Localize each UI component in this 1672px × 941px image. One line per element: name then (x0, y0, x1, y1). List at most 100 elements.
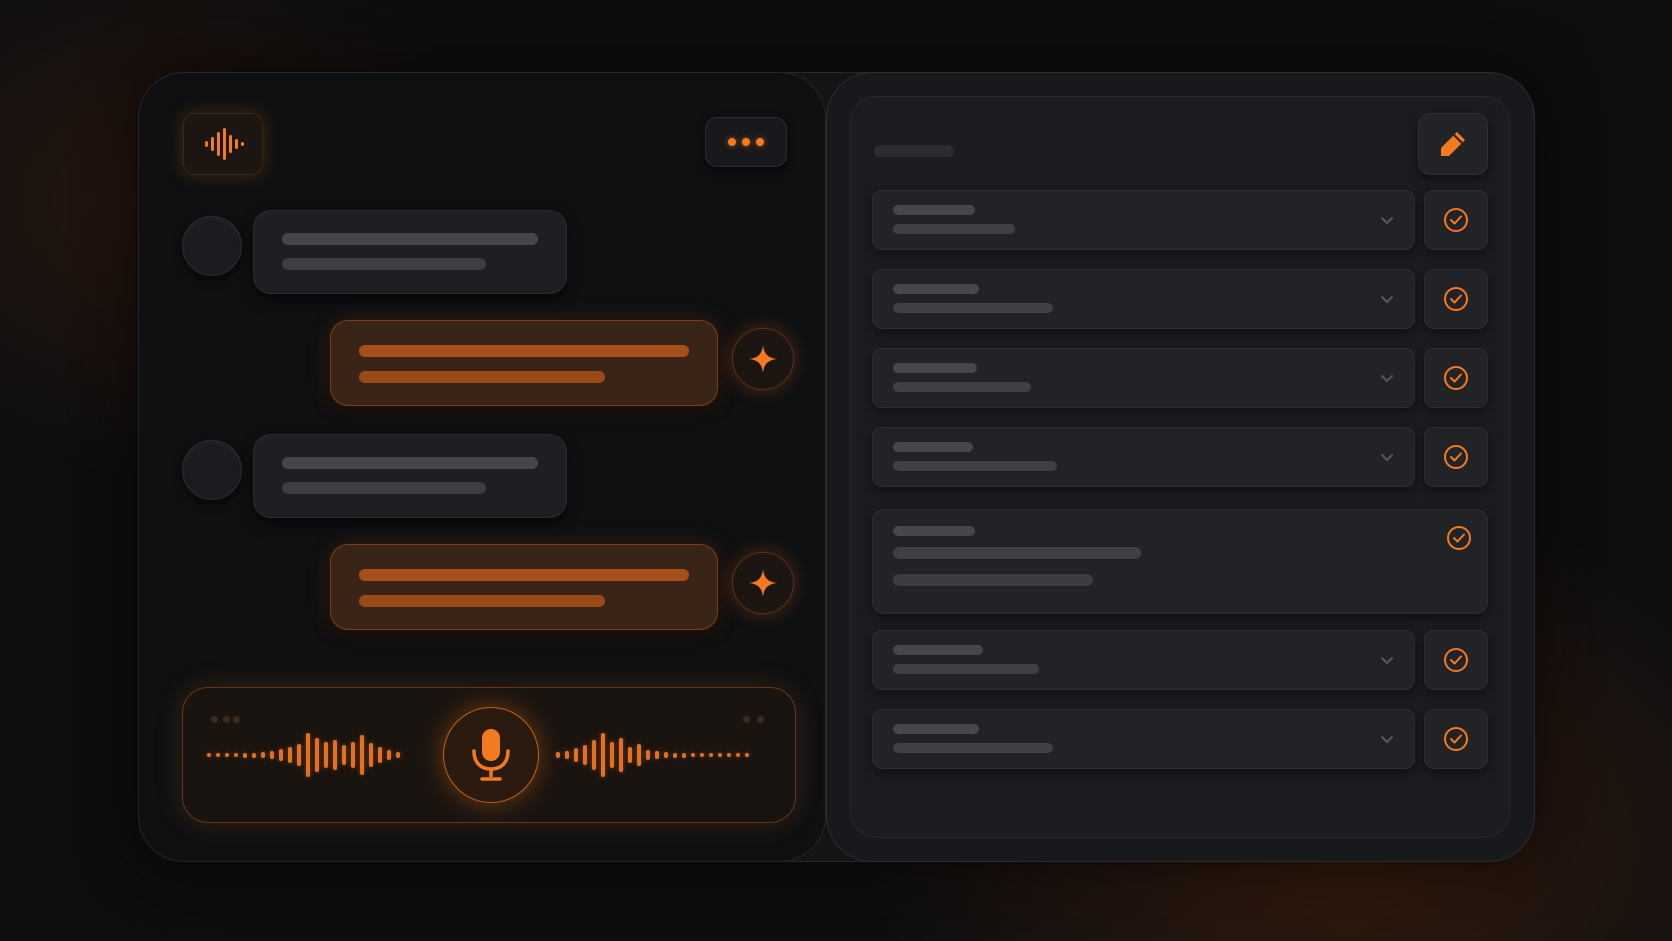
waveform-bar (573, 748, 578, 762)
check-circle-icon[interactable] (1445, 524, 1473, 552)
waveform-bar (224, 753, 229, 757)
indicator-dot (757, 716, 764, 723)
more-dot (756, 138, 764, 146)
waveform-bar (699, 753, 704, 757)
task-subtitle-placeholder (893, 382, 1031, 392)
task-check-button[interactable] (1424, 190, 1488, 250)
text-placeholder (359, 345, 689, 357)
waveform-bar (233, 753, 238, 757)
check-circle-icon (1444, 648, 1468, 672)
waveform-bar (287, 747, 292, 763)
edit-button[interactable] (1418, 113, 1488, 175)
waveform-bar (305, 733, 310, 777)
text-placeholder (359, 595, 605, 607)
chevron-down-icon[interactable] (1378, 448, 1396, 466)
microphone-button[interactable] (443, 707, 539, 803)
task-subtitle-placeholder (893, 303, 1053, 313)
task-subtitle-placeholder (893, 664, 1039, 674)
more-dot (742, 138, 750, 146)
chevron-down-icon[interactable] (1378, 290, 1396, 308)
voice-logo-button[interactable] (183, 113, 263, 175)
check-circle-icon (1444, 445, 1468, 469)
user-avatar (182, 216, 242, 276)
waveform-bar (206, 753, 211, 757)
text-placeholder (282, 457, 538, 469)
chevron-down-icon[interactable] (1378, 651, 1396, 669)
task-detail-placeholder (893, 574, 1093, 586)
assistant-message (330, 544, 718, 630)
waveform-bar (627, 747, 632, 763)
task-subtitle-placeholder (893, 743, 1053, 753)
waveform-bar (726, 753, 731, 757)
sparkle-icon (749, 345, 777, 373)
waveform-bar (314, 738, 319, 772)
waveform-bar (690, 753, 695, 757)
task-check-button[interactable] (1424, 269, 1488, 329)
task-check-button[interactable] (1424, 709, 1488, 769)
task-title-placeholder (893, 442, 973, 452)
more-options-button[interactable] (705, 117, 787, 167)
task-title-placeholder (893, 363, 977, 373)
waveform-bar (636, 744, 641, 766)
task-check-button[interactable] (1424, 630, 1488, 690)
waveform-bar (609, 742, 614, 768)
waveform-bar (564, 751, 569, 759)
waveform-bar (341, 745, 346, 765)
task-subtitle-placeholder (893, 461, 1057, 471)
task-title-placeholder (893, 205, 975, 215)
task-item[interactable] (872, 348, 1415, 408)
user-avatar (182, 440, 242, 500)
waveform-bar (251, 752, 256, 758)
task-subtitle-placeholder (893, 224, 1015, 234)
chevron-down-icon[interactable] (1378, 369, 1396, 387)
text-placeholder (282, 258, 486, 270)
assistant-message (330, 320, 718, 406)
waveform-bar (744, 753, 749, 757)
waveform-bar (672, 752, 677, 758)
waveform-right (553, 710, 751, 800)
text-placeholder (359, 371, 605, 383)
waveform-bar (269, 751, 274, 759)
chevron-down-icon[interactable] (1378, 211, 1396, 229)
waveform-bar (555, 752, 560, 758)
sparkle-icon (749, 569, 777, 597)
waveform-bar (278, 749, 283, 761)
incoming-message (253, 434, 567, 518)
waveform-bar (681, 752, 686, 758)
text-placeholder (282, 482, 486, 494)
incoming-message (253, 210, 567, 294)
task-item[interactable] (872, 190, 1415, 250)
waveform-bar (332, 740, 337, 770)
task-check-button[interactable] (1424, 348, 1488, 408)
waveform-bar (645, 750, 650, 760)
check-circle-icon (1444, 727, 1468, 751)
waveform-bar (296, 744, 301, 766)
waveform-bar (708, 753, 713, 757)
task-subtitle-placeholder (893, 547, 1141, 559)
task-item[interactable] (872, 269, 1415, 329)
waveform-bar (377, 747, 382, 763)
task-check-button[interactable] (1424, 427, 1488, 487)
more-dots-icon (728, 138, 736, 146)
task-item[interactable] (872, 630, 1415, 690)
task-item[interactable] (872, 427, 1415, 487)
microphone-icon (472, 729, 510, 781)
check-circle-icon (1444, 366, 1468, 390)
chevron-down-icon[interactable] (1378, 730, 1396, 748)
waveform-bar (654, 751, 659, 759)
waveform-bar (395, 752, 400, 758)
task-title-placeholder (893, 284, 979, 294)
task-item[interactable] (872, 709, 1415, 769)
waveform-bar (260, 752, 265, 758)
waveform-bar (600, 733, 605, 777)
waveform-bar (323, 742, 328, 768)
waveform-bar (386, 750, 391, 760)
task-item-expanded[interactable] (872, 509, 1488, 614)
waveform-icon (205, 128, 244, 160)
waveform-bar (582, 745, 587, 765)
waveform-bar (717, 753, 722, 757)
waveform-bar (215, 753, 220, 757)
task-title-placeholder (893, 724, 979, 734)
check-circle-icon (1444, 208, 1468, 232)
text-placeholder (282, 233, 538, 245)
